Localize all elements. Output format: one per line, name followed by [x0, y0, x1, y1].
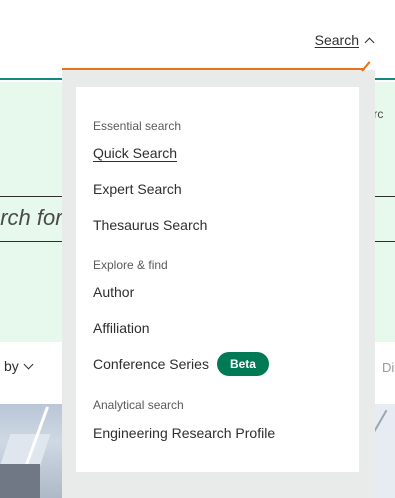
group-heading-essential: Essential search — [93, 119, 182, 133]
group-heading-explore: Explore & find — [93, 258, 168, 272]
sort-by-label[interactable]: by — [4, 358, 19, 374]
menu-item-label[interactable]: Quick Search — [93, 145, 177, 161]
hero-search-placeholder: arch for — [0, 205, 63, 230]
menu-item-thesaurus-search[interactable]: Thesaurus Search — [93, 217, 207, 233]
menu-item-label[interactable]: Affiliation — [93, 320, 150, 336]
menu-item-engineering-research-profile[interactable]: Engineering Research Profile — [93, 425, 275, 441]
menu-item-label[interactable]: Author — [93, 284, 134, 300]
search-dropdown-panel: Essential search Quick Search Expert Sea… — [76, 87, 359, 472]
search-menu-toggle[interactable]: Search — [315, 32, 375, 48]
menu-item-label[interactable]: Conference Series — [93, 356, 209, 372]
search-menu-label[interactable]: Search — [315, 32, 359, 48]
menu-item-expert-search[interactable]: Expert Search — [93, 181, 182, 197]
menu-item-quick-search[interactable]: Quick Search — [93, 145, 177, 161]
menu-item-label[interactable]: Expert Search — [93, 181, 182, 197]
menu-item-label[interactable]: Engineering Research Profile — [93, 425, 275, 441]
menu-item-affiliation[interactable]: Affiliation — [93, 320, 150, 336]
group-heading-analytical: Analytical search — [93, 398, 184, 412]
menu-item-label[interactable]: Thesaurus Search — [93, 217, 207, 233]
menu-item-author[interactable]: Author — [93, 284, 134, 300]
filter-partial-right: Di — [382, 360, 395, 375]
beta-badge: Beta — [216, 352, 269, 376]
menu-item-conference-series[interactable]: Conference Series Beta — [93, 352, 269, 376]
chevron-down-icon[interactable] — [23, 359, 34, 369]
dropdown-accent-bar — [62, 68, 365, 70]
chevron-up-icon[interactable] — [364, 37, 375, 47]
sort-by-dropdown[interactable]: by — [4, 358, 34, 374]
